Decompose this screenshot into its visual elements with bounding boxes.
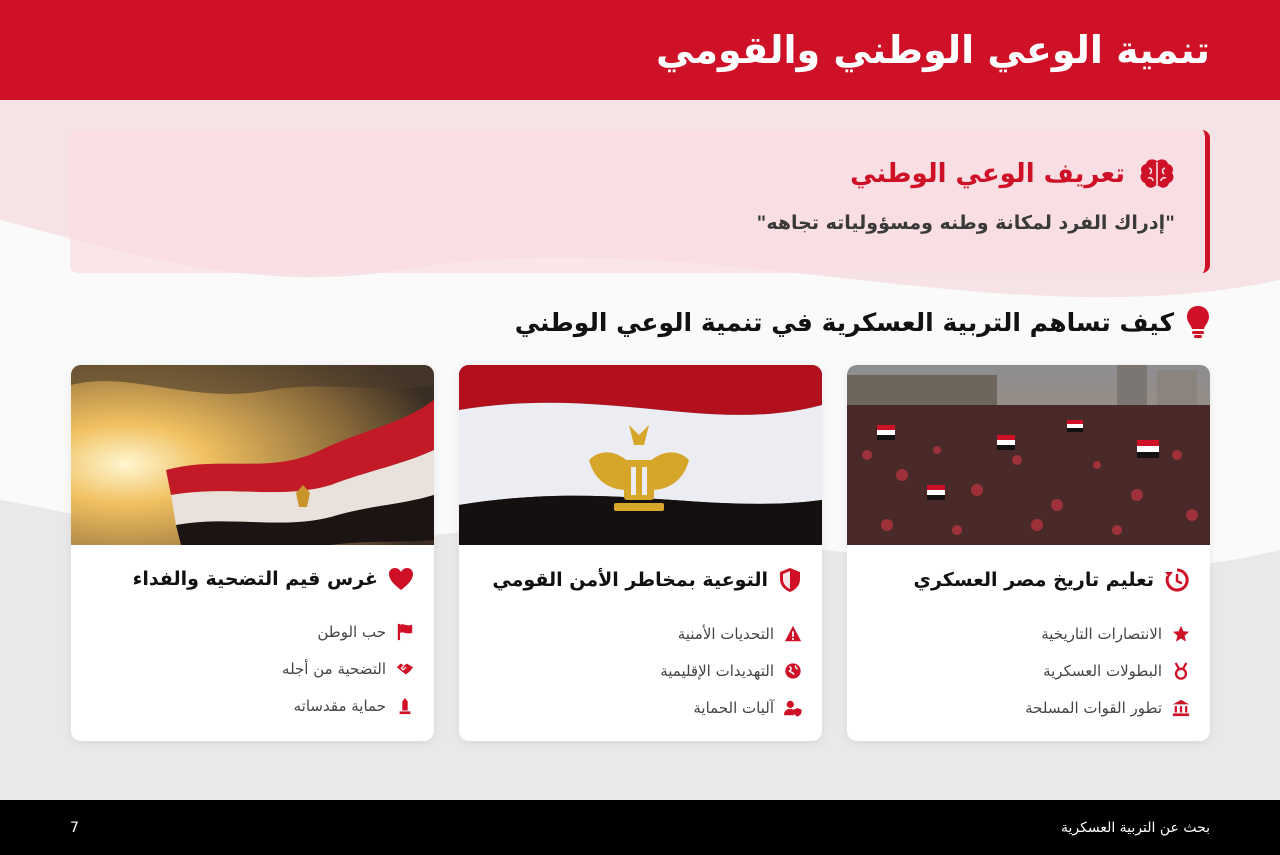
slide-header: تنمية الوعي الوطني والقومي — [0, 0, 1280, 100]
card-list: التحديات الأمنية التهديدات الإقليمية آلي… — [479, 615, 802, 726]
card-heading: غرس قيم التضحية والفداء — [91, 567, 414, 591]
card-list: الانتصارات التاريخية البطولات العسكرية ت… — [867, 615, 1190, 726]
list-item: الانتصارات التاريخية — [867, 615, 1190, 652]
definition-heading: تعريف الوعي الوطني — [100, 158, 1175, 190]
card-military-history: تعليم تاريخ مصر العسكري الانتصارات التار… — [847, 365, 1210, 741]
list-item: حب الوطن — [91, 613, 414, 650]
list-item: تطور القوات المسلحة — [867, 689, 1190, 726]
footer-label: بحث عن التربية العسكرية — [1060, 819, 1210, 836]
globe-icon — [785, 662, 801, 679]
user-shield-icon — [784, 700, 802, 717]
handshake-icon — [396, 663, 414, 674]
list-item: التحديات الأمنية — [479, 615, 802, 652]
card-sacrifice-values: غرس قيم التضحية والفداء حب الوطن التضحية… — [71, 365, 434, 741]
warning-icon — [784, 625, 802, 641]
flag-icon — [397, 623, 413, 640]
brain-icon — [1140, 159, 1174, 188]
list-item: حماية مقدساته — [91, 687, 414, 724]
crowd-with-flags-photo — [847, 365, 1210, 545]
lightbulb-icon — [1187, 306, 1209, 338]
list-item: التهديدات الإقليمية — [479, 652, 802, 689]
shield-icon — [780, 568, 800, 592]
history-icon — [1165, 568, 1189, 592]
list-item: البطولات العسكرية — [867, 652, 1190, 689]
page-number: 7 — [70, 819, 79, 836]
list-item: التضحية من أجله — [91, 650, 414, 687]
flag-at-sunset-photo — [71, 365, 434, 545]
definition-text: "إدراك الفرد لمكانة وطنه ومسؤولياته تجاه… — [756, 212, 1175, 234]
section-title: كيف تساهم التربية العسكرية في تنمية الوع… — [514, 307, 1174, 337]
slide-footer: بحث عن التربية العسكرية 7 — [0, 800, 1280, 855]
monument-icon — [399, 697, 411, 714]
landmark-icon — [1172, 699, 1190, 716]
card-title: غرس قيم التضحية والفداء — [132, 568, 378, 590]
card-heading: التوعية بمخاطر الأمن القومي — [479, 567, 802, 593]
cards-row: تعليم تاريخ مصر العسكري الانتصارات التار… — [70, 365, 1210, 741]
card-heading: تعليم تاريخ مصر العسكري — [867, 567, 1190, 593]
card-title: تعليم تاريخ مصر العسكري — [913, 569, 1154, 591]
card-list: حب الوطن التضحية من أجله حماية مقدساته — [91, 613, 414, 724]
section-heading: كيف تساهم التربية العسكرية في تنمية الوع… — [515, 305, 1210, 339]
slide-title: تنمية الوعي الوطني والقومي — [656, 28, 1210, 72]
star-icon — [1172, 625, 1190, 642]
card-national-security: التوعية بمخاطر الأمن القومي التحديات الأ… — [459, 365, 822, 741]
list-item: آليات الحماية — [479, 689, 802, 726]
flag-with-eagle-photo — [459, 365, 822, 545]
definition-title: تعريف الوعي الوطني — [850, 159, 1125, 189]
definition-box: تعريف الوعي الوطني "إدراك الفرد لمكانة و… — [70, 130, 1210, 273]
heart-icon — [389, 568, 413, 590]
card-title: التوعية بمخاطر الأمن القومي — [492, 569, 768, 591]
medal-icon — [1174, 661, 1188, 680]
